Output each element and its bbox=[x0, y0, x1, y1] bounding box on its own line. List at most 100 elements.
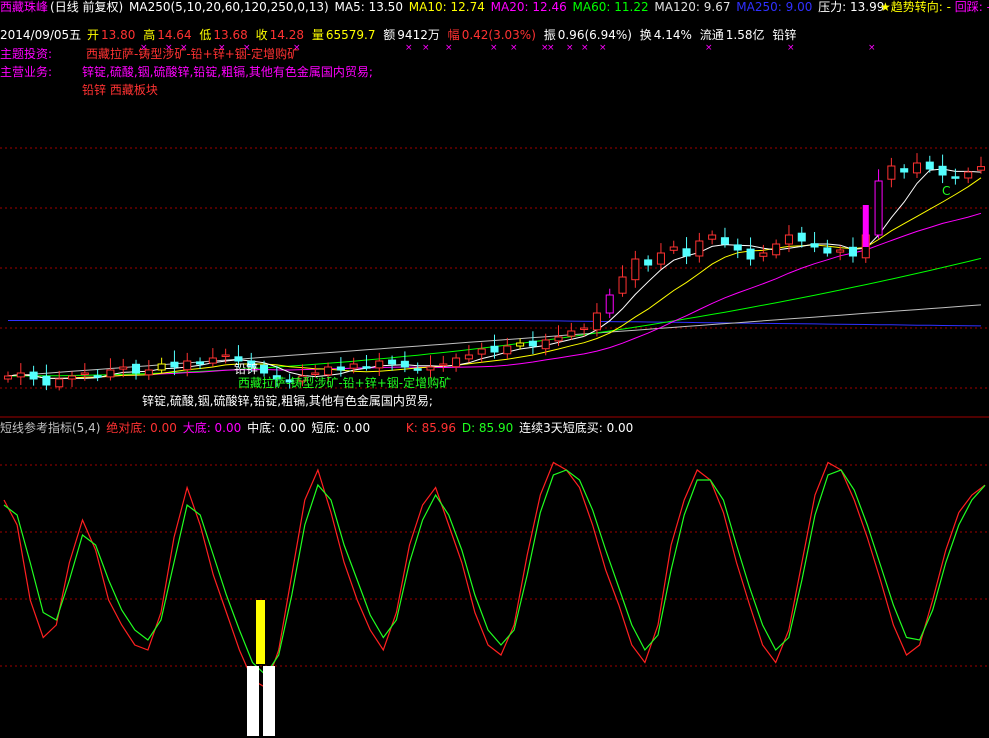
candle-body bbox=[144, 369, 153, 376]
annotation-business: 锌锭,硫酸,铟,硫酸锌,铅锭,粗镉,其他有色金属国内贸易; bbox=[142, 394, 433, 408]
candle-body bbox=[119, 366, 128, 370]
candle-body bbox=[618, 276, 627, 294]
signal-mark: × bbox=[140, 43, 148, 53]
consecutive-buy: 连续3天短底买: 0.00 bbox=[519, 421, 634, 435]
candle-body bbox=[554, 336, 563, 342]
candle-body bbox=[503, 345, 512, 355]
candle-body bbox=[93, 375, 102, 378]
candle-body bbox=[900, 168, 909, 173]
candle-body bbox=[541, 339, 550, 350]
candle-body bbox=[772, 243, 781, 256]
signal-mark: × bbox=[218, 43, 226, 53]
candle-body bbox=[733, 244, 742, 251]
ma250-line bbox=[8, 320, 982, 327]
candle-body bbox=[132, 363, 141, 374]
indicator-name[interactable]: 短线参考指标(5,4) bbox=[0, 421, 100, 435]
candle-body bbox=[644, 259, 653, 266]
candle-body bbox=[260, 364, 269, 374]
signal-mark: × bbox=[490, 43, 498, 53]
signal-mark: × bbox=[787, 43, 795, 53]
candle-body bbox=[695, 240, 704, 257]
candle-body bbox=[682, 248, 691, 257]
candle-body bbox=[810, 243, 819, 248]
candle-body bbox=[106, 369, 115, 378]
bottom-signal-white-1 bbox=[247, 666, 259, 736]
c-marker: C bbox=[942, 184, 951, 198]
candle-body bbox=[528, 340, 537, 347]
bottom-signal-yellow bbox=[256, 600, 265, 664]
signal-mark: × bbox=[705, 43, 713, 53]
candle-body bbox=[631, 258, 640, 281]
signal-mark: × bbox=[422, 43, 430, 53]
signal-mark: × bbox=[547, 43, 555, 53]
signal-mark: × bbox=[180, 43, 188, 53]
k-line bbox=[3, 461, 986, 689]
signal-mark: × bbox=[581, 43, 589, 53]
candle-body bbox=[464, 354, 473, 360]
candle-body bbox=[746, 248, 755, 260]
candle-body bbox=[349, 363, 358, 369]
candle-body bbox=[362, 366, 371, 369]
bottom-signal-white-2 bbox=[263, 666, 275, 736]
candle-body bbox=[490, 345, 499, 353]
candle-body bbox=[183, 360, 192, 371]
signal-mark: × bbox=[165, 43, 173, 53]
candle-body bbox=[208, 357, 217, 364]
main-chart[interactable]: × × × × × × × × × × × ×× × × × × × × bbox=[0, 0, 989, 738]
candle-body bbox=[797, 232, 806, 242]
candle-body bbox=[16, 372, 25, 378]
annotation-theme: 西藏拉萨-铸型涉矿-铅+锌+铟-定增购矿 bbox=[238, 376, 452, 390]
indicator-header: 短线参考指标(5,4) 绝对底: 0.00 大底: 0.00 中底: 0.00 … bbox=[0, 420, 635, 436]
candle-body bbox=[170, 361, 179, 368]
signal-mark: × bbox=[445, 43, 453, 53]
candle-body bbox=[887, 165, 896, 180]
candle-body bbox=[324, 366, 333, 376]
candle-body bbox=[836, 249, 845, 253]
candle-body bbox=[925, 161, 934, 170]
candle-body bbox=[388, 359, 397, 365]
candle-body bbox=[452, 357, 461, 368]
candle-body bbox=[67, 375, 77, 380]
candle-body bbox=[426, 366, 435, 371]
candle-body bbox=[3, 375, 13, 380]
candle-body bbox=[951, 176, 960, 179]
candle-body bbox=[938, 165, 947, 176]
candle-body bbox=[708, 234, 717, 240]
signal-mark: × bbox=[510, 43, 518, 53]
candle-body bbox=[80, 372, 89, 375]
candle-body bbox=[964, 171, 973, 179]
signal-mark: × bbox=[566, 43, 574, 53]
candle-body bbox=[976, 166, 986, 171]
candle-body bbox=[874, 180, 883, 236]
candle-body bbox=[477, 348, 486, 355]
d-line bbox=[3, 469, 986, 676]
signal-mark: × bbox=[599, 43, 607, 53]
signal-mark: × bbox=[293, 43, 301, 53]
candle-body bbox=[592, 312, 601, 331]
signal-mark: × bbox=[243, 43, 251, 53]
big-bottom: 大底: 0.00 bbox=[182, 421, 242, 435]
candle-body bbox=[759, 252, 768, 257]
candle-body bbox=[55, 378, 64, 388]
candle-body bbox=[375, 360, 384, 369]
k-value: K: 85.96 bbox=[405, 421, 456, 435]
breakout-bar bbox=[862, 205, 869, 247]
candle-body bbox=[42, 375, 51, 386]
candle-body bbox=[29, 371, 38, 380]
candle-body bbox=[669, 246, 678, 251]
candle-body bbox=[784, 234, 793, 245]
short-bottom: 短底: 0.00 bbox=[311, 421, 371, 435]
candle-body bbox=[912, 162, 922, 174]
candle-body bbox=[516, 342, 525, 347]
d-value: D: 85.90 bbox=[461, 421, 514, 435]
candle-body bbox=[196, 361, 205, 365]
candle-body bbox=[567, 330, 576, 337]
candle-body bbox=[605, 294, 614, 314]
candle-body bbox=[848, 246, 857, 257]
candle-body bbox=[157, 363, 166, 371]
candle-body bbox=[720, 237, 729, 245]
signal-mark: × bbox=[868, 43, 876, 53]
candle-body bbox=[400, 360, 409, 368]
candle-body bbox=[221, 354, 230, 357]
candle-body bbox=[336, 366, 345, 371]
